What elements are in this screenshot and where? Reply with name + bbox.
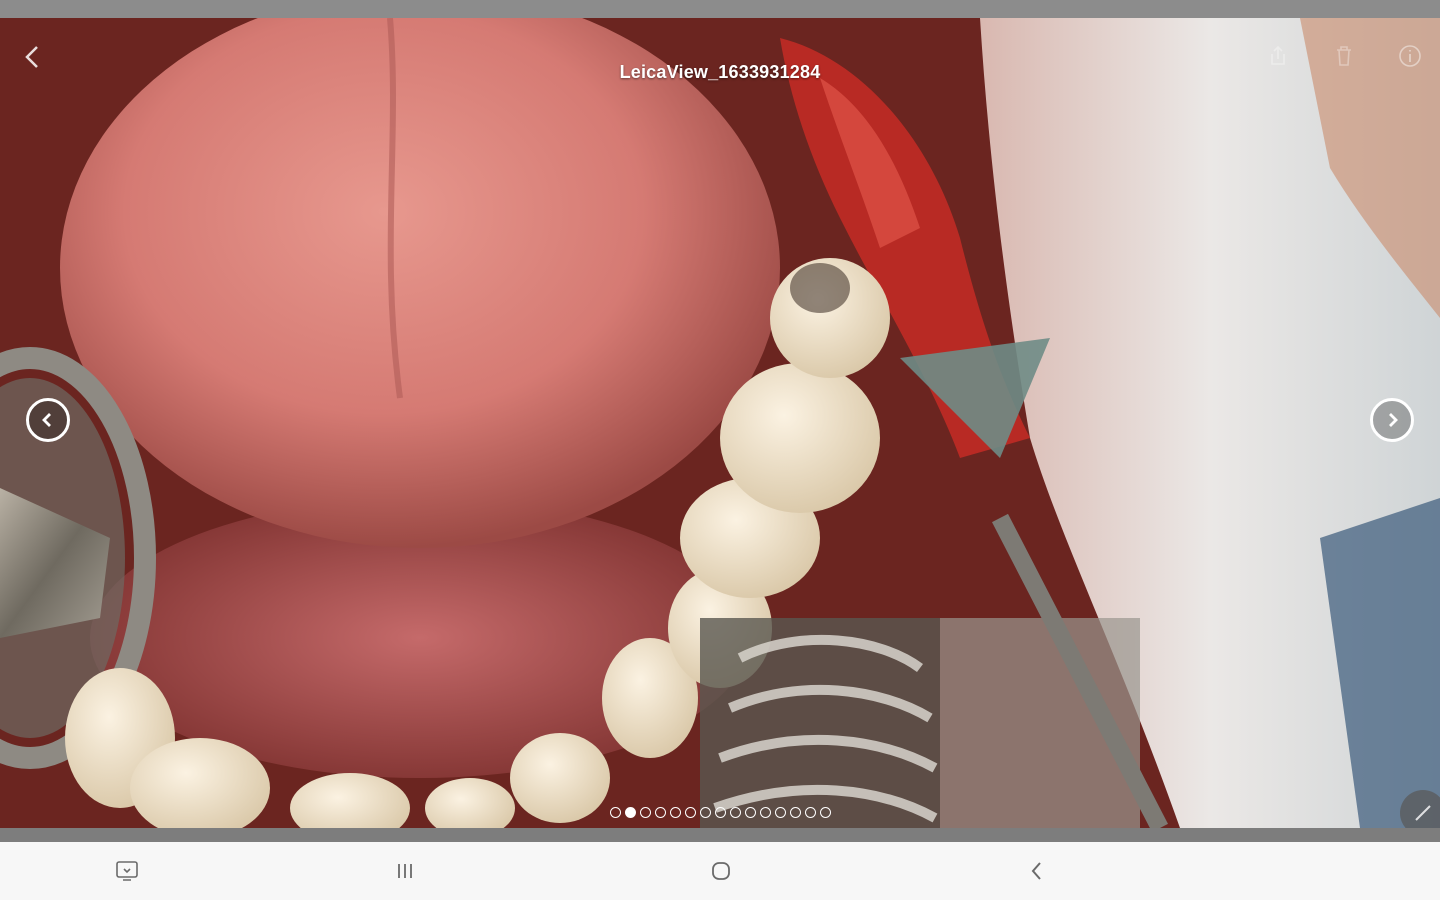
image-viewer[interactable]: LeicaView_1633931284	[0, 18, 1440, 828]
page-indicator-dot[interactable]	[684, 807, 696, 818]
screenshot-button[interactable]	[112, 856, 142, 886]
recents-icon	[398, 864, 412, 878]
next-image-button[interactable]	[1370, 398, 1414, 442]
home-button[interactable]	[706, 856, 736, 886]
page-indicator-dot[interactable]	[759, 807, 771, 818]
page-indicator-dot[interactable]	[714, 807, 726, 818]
delete-icon	[1337, 46, 1351, 66]
status-bar-strip	[0, 0, 1440, 18]
page-indicator-dot[interactable]	[639, 807, 651, 818]
chevron-right-icon	[1389, 413, 1398, 427]
system-navigation-bar	[0, 842, 1440, 900]
previous-image-button[interactable]	[26, 398, 70, 442]
screenshot-icon	[116, 861, 138, 881]
recents-button[interactable]	[390, 856, 420, 886]
info-icon	[1399, 45, 1421, 67]
page-indicator-dot[interactable]	[699, 807, 711, 818]
page-indicator-dot[interactable]	[819, 807, 831, 818]
share-icon	[1271, 45, 1285, 65]
pencil-icon	[1415, 805, 1431, 821]
nav-back-button[interactable]	[1022, 856, 1052, 886]
edit-button[interactable]	[1400, 790, 1440, 828]
page-indicator-dot[interactable]	[804, 807, 816, 818]
page-indicator-dot[interactable]	[744, 807, 756, 818]
chevron-left-icon	[42, 413, 51, 427]
home-icon	[712, 862, 730, 880]
page-indicator-dot[interactable]	[654, 807, 666, 818]
share-button[interactable]	[1264, 42, 1292, 70]
page-indicator-dot[interactable]	[609, 807, 621, 818]
back-button[interactable]	[18, 42, 48, 72]
page-indicator-dot[interactable]	[789, 807, 801, 818]
page-indicator-dot[interactable]	[624, 807, 636, 818]
delete-button[interactable]	[1330, 42, 1358, 70]
page-indicator-dot[interactable]	[669, 807, 681, 818]
page-indicator-dot[interactable]	[774, 807, 786, 818]
page-indicator-dot[interactable]	[729, 807, 741, 818]
nav-back-icon	[1031, 862, 1041, 880]
dental-photo	[0, 18, 1440, 828]
image-title: LeicaView_1633931284	[619, 62, 821, 82]
page-indicator	[0, 807, 1440, 818]
info-button[interactable]	[1396, 42, 1424, 70]
back-chevron-icon	[25, 46, 38, 68]
viewer-bottom-border	[0, 828, 1440, 842]
